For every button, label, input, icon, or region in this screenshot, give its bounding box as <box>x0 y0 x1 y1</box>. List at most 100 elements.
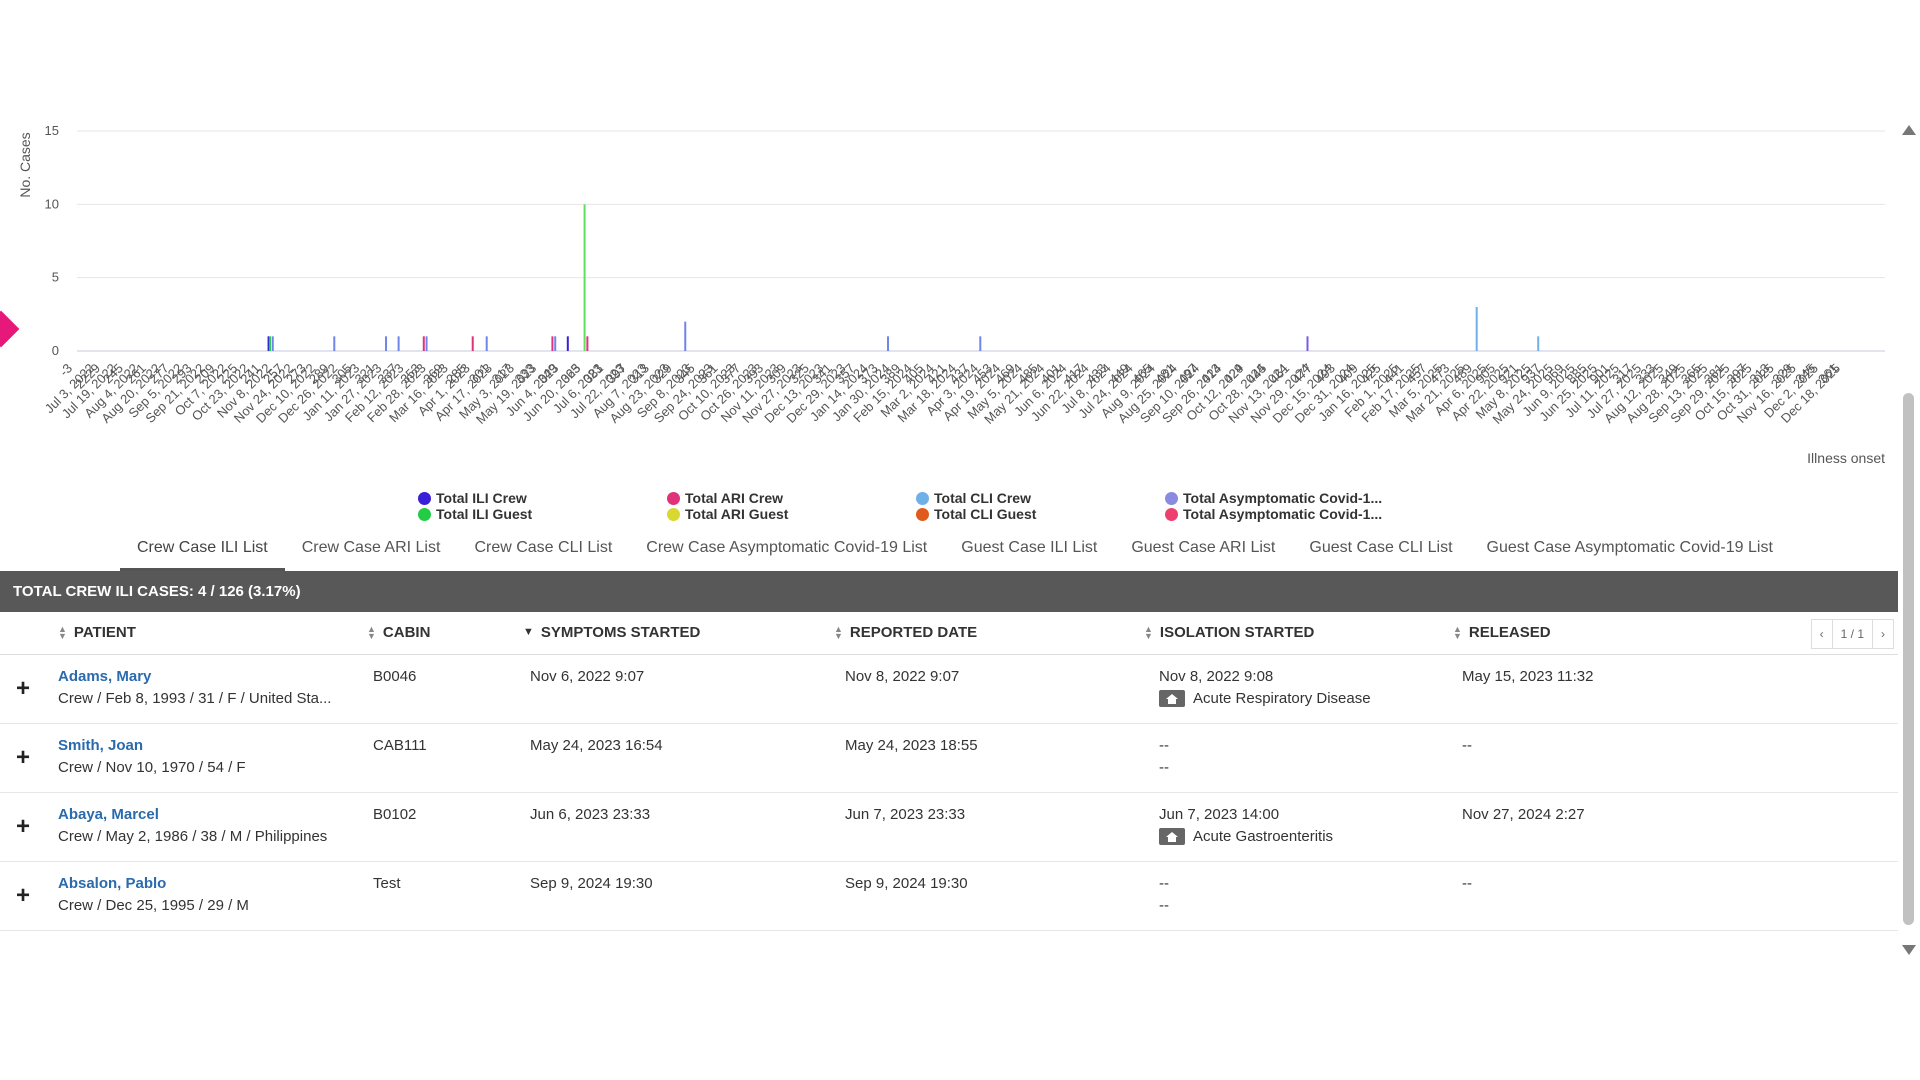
tab-crew-case-ari-list[interactable]: Crew Case ARI List <box>285 533 458 571</box>
patient-name-link[interactable]: Adams, Mary <box>58 668 358 685</box>
patient-details: Crew / Feb 8, 1993 / 31 / F / United Sta… <box>58 690 332 707</box>
chart-bar <box>485 336 488 351</box>
legend-item[interactable]: Total ARI Crew <box>667 490 783 506</box>
sort-icon: ▲ ▼ <box>1453 623 1462 641</box>
reported-date-cell: Jun 7, 2023 23:33 <box>845 806 966 823</box>
table-row: + Smith, Joan Crew / Nov 10, 1970 / 54 /… <box>0 724 1898 793</box>
y-tick-label: 15 <box>45 123 59 138</box>
chart-bar <box>551 336 554 351</box>
tab-crew-case-cli-list[interactable]: Crew Case CLI List <box>457 533 629 571</box>
released-cell: Nov 27, 2024 2:27 <box>1462 806 1585 823</box>
y-tick-label: 5 <box>52 270 59 285</box>
diagnosis: Acute Respiratory Disease <box>1159 690 1371 707</box>
column-header-patient[interactable]: ▲ ▼ PATIENT <box>58 624 136 641</box>
legend-item[interactable]: Total ARI Guest <box>667 506 788 522</box>
tab-guest-case-cli-list[interactable]: Guest Case CLI List <box>1292 533 1469 571</box>
legend-label: Total CLI Crew <box>934 490 1031 506</box>
legend-label: Total ILI Guest <box>436 506 533 522</box>
chart-bar <box>268 336 271 351</box>
diagnosis: -- <box>1159 897 1169 914</box>
expand-row-icon[interactable]: + <box>16 882 30 910</box>
patient-name-link[interactable]: Absalon, Pablo <box>58 875 358 892</box>
patient-details: Crew / Dec 25, 1995 / 29 / M <box>58 897 249 914</box>
legend-label: Total Asymptomatic Covid-1... <box>1183 506 1383 522</box>
expand-row-icon[interactable]: + <box>16 675 30 703</box>
isolation-started-cell: Jun 7, 2023 14:00 <box>1159 806 1280 823</box>
patient-name-link[interactable]: Smith, Joan <box>58 737 358 754</box>
legend-item[interactable]: Total Asymptomatic Covid-1... <box>1165 506 1382 522</box>
sort-icon: ▲ ▼ <box>1144 623 1153 641</box>
y-axis-label: No. Cases <box>17 132 33 197</box>
scroll-down-icon[interactable] <box>1902 945 1916 955</box>
legend-item[interactable]: Total ILI Guest <box>418 506 532 522</box>
cabin-cell: CAB111 <box>373 737 427 754</box>
pager-prev-button[interactable]: ‹ <box>1812 620 1832 648</box>
diagnosis: -- <box>1159 759 1169 776</box>
sort-icon: ▲ ▼ <box>367 623 376 641</box>
tab-guest-case-asymptomatic-covid-19-list[interactable]: Guest Case Asymptomatic Covid-19 List <box>1470 533 1790 571</box>
column-label: SYMPTOMS STARTED <box>540 624 701 641</box>
home-icon <box>1159 828 1185 845</box>
legend-label: Total CLI Guest <box>934 506 1037 522</box>
scroll-thumb[interactable] <box>1903 393 1914 925</box>
table-header-row: ▲ ▼ PATIENT ▲ ▼ CABIN ▼ SYMPTOMS STARTED ▲… <box>0 612 1898 655</box>
isolation-started-cell: Nov 8, 2022 9:08 <box>1159 668 1274 685</box>
patient-name-link[interactable]: Abaya, Marcel <box>58 806 358 823</box>
column-header-released[interactable]: ▲ ▼ RELEASED <box>1453 624 1551 641</box>
symptoms-started-cell: Jun 6, 2023 23:33 <box>530 806 651 823</box>
chart-bar <box>554 336 557 351</box>
legend-label: Total ARI Guest <box>685 506 789 522</box>
chart-bar <box>583 204 586 351</box>
tab-crew-case-asymptomatic-covid-19-list[interactable]: Crew Case Asymptomatic Covid-19 List <box>629 533 944 571</box>
legend-label: Total ARI Crew <box>685 490 784 506</box>
symptoms-started-cell: May 24, 2023 16:54 <box>530 737 663 754</box>
isolation-started-cell: -- <box>1159 875 1169 892</box>
isolation-started-cell: -- <box>1159 737 1169 754</box>
diagnosis-label: -- <box>1159 759 1169 776</box>
sort-icon: ▲ ▼ <box>834 623 843 641</box>
reported-date-cell: Sep 9, 2024 19:30 <box>845 875 968 892</box>
legend-dot-icon <box>916 491 929 505</box>
vertical-scrollbar[interactable] <box>1898 125 1920 955</box>
chart-bar <box>385 336 388 351</box>
chart-bar <box>471 336 474 351</box>
column-label: ISOLATION STARTED <box>1159 624 1315 641</box>
column-header-reported-date[interactable]: ▲ ▼ REPORTED DATE <box>834 624 977 641</box>
expand-row-icon[interactable]: + <box>16 813 30 841</box>
chart-bar <box>1537 336 1540 351</box>
cabin-cell: Test <box>373 875 401 892</box>
column-header-isolation-started[interactable]: ▲ ▼ ISOLATION STARTED <box>1144 624 1314 641</box>
legend-item[interactable]: Total ILI Crew <box>418 490 527 506</box>
legend-dot-icon <box>418 491 431 505</box>
legend-item[interactable]: Total CLI Guest <box>916 506 1036 522</box>
table-body: + Adams, Mary Crew / Feb 8, 1993 / 31 / … <box>0 655 1898 931</box>
scroll-up-icon[interactable] <box>1902 125 1916 135</box>
patient-details: Crew / Nov 10, 1970 / 54 / F <box>58 759 246 776</box>
pager-next-button[interactable]: › <box>1873 620 1893 648</box>
released-cell: May 15, 2023 11:32 <box>1462 668 1594 685</box>
table-row: + Abaya, Marcel Crew / May 2, 1986 / 38 … <box>0 793 1898 862</box>
chart-bar <box>397 336 400 351</box>
cases-chart: 0 5 10 15 No. Cases -3 Jul 3, 2022 Jul 19, 2022… <box>0 115 1895 475</box>
chart-legend: Total ILI Crew Total ILI Guest Total ARI C… <box>0 490 1895 526</box>
diagnosis-label: -- <box>1159 897 1169 914</box>
legend-item[interactable]: Total Asymptomatic Covid-1... <box>1165 490 1382 506</box>
chart-bar <box>566 336 569 351</box>
column-label: REPORTED DATE <box>849 624 978 641</box>
home-icon <box>1159 690 1185 707</box>
tab-crew-case-ili-list[interactable]: Crew Case ILI List <box>120 533 285 571</box>
chart-bar <box>333 336 336 351</box>
expand-row-icon[interactable]: + <box>16 744 30 772</box>
chart-bar <box>1475 307 1478 351</box>
cabin-cell: B0046 <box>373 668 417 685</box>
legend-item[interactable]: Total CLI Crew <box>916 490 1031 506</box>
tab-guest-case-ari-list[interactable]: Guest Case ARI List <box>1114 533 1292 571</box>
chart-bar <box>887 336 890 351</box>
diagnosis: Acute Gastroenteritis <box>1159 828 1333 845</box>
tab-guest-case-ili-list[interactable]: Guest Case ILI List <box>944 533 1114 571</box>
chart-bar <box>1306 336 1309 351</box>
column-header-symptoms-started[interactable]: ▼ SYMPTOMS STARTED <box>523 624 700 641</box>
column-header-cabin[interactable]: ▲ ▼ CABIN <box>367 624 430 641</box>
home-icon-svg <box>1166 693 1178 704</box>
symptoms-started-cell: Nov 6, 2022 9:07 <box>530 668 645 685</box>
